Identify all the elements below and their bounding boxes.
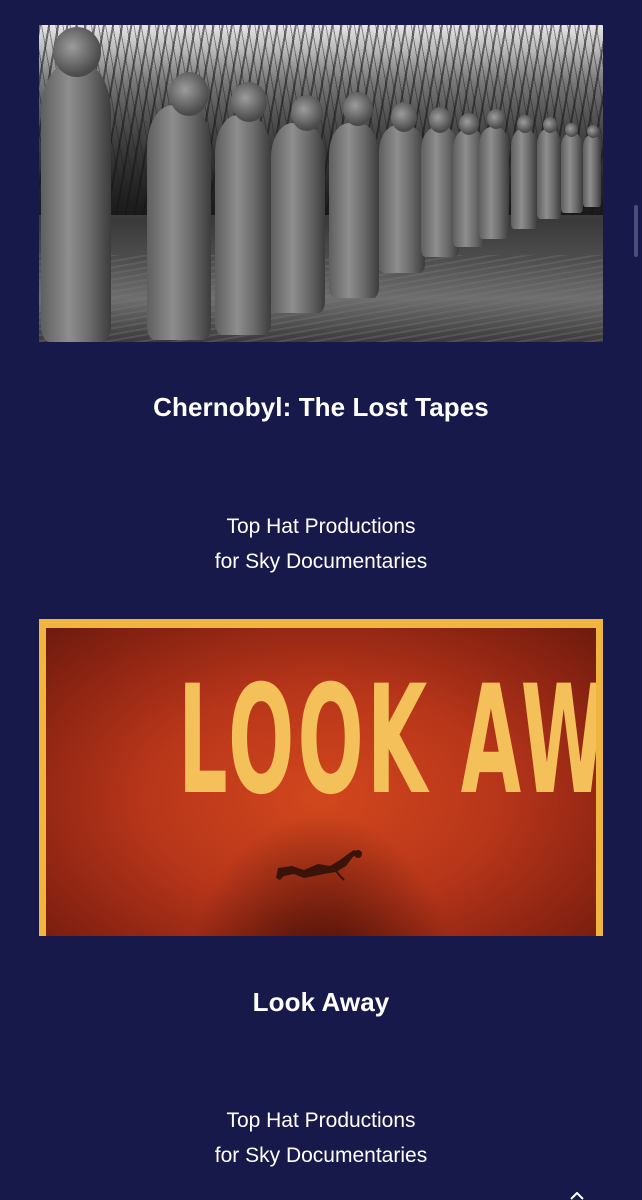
card-title[interactable]: Look Away [0, 987, 642, 1018]
card-subtitle: Top Hat Productions for Sky Documentarie… [0, 1103, 642, 1173]
broadcaster: for Sky Documentaries [214, 1144, 428, 1167]
poster-background: LOOK AWAY [46, 628, 596, 936]
card-title[interactable]: Chernobyl: The Lost Tapes [0, 392, 642, 423]
look-away-poster[interactable]: LOOK AWAY [39, 619, 603, 936]
scrollbar-thumb[interactable] [634, 205, 638, 257]
chevron-up-icon[interactable] [570, 1192, 584, 1200]
poster-title-text: LOOK AWAY [178, 654, 596, 828]
production-company: Top Hat Productions [226, 1109, 416, 1132]
card-subtitle: Top Hat Productions for Sky Documentarie… [0, 509, 642, 579]
chernobyl-photo[interactable] [39, 25, 603, 342]
falling-figure-icon [276, 850, 362, 881]
broadcaster: for Sky Documentaries [214, 550, 428, 573]
production-company: Top Hat Productions [226, 515, 416, 538]
